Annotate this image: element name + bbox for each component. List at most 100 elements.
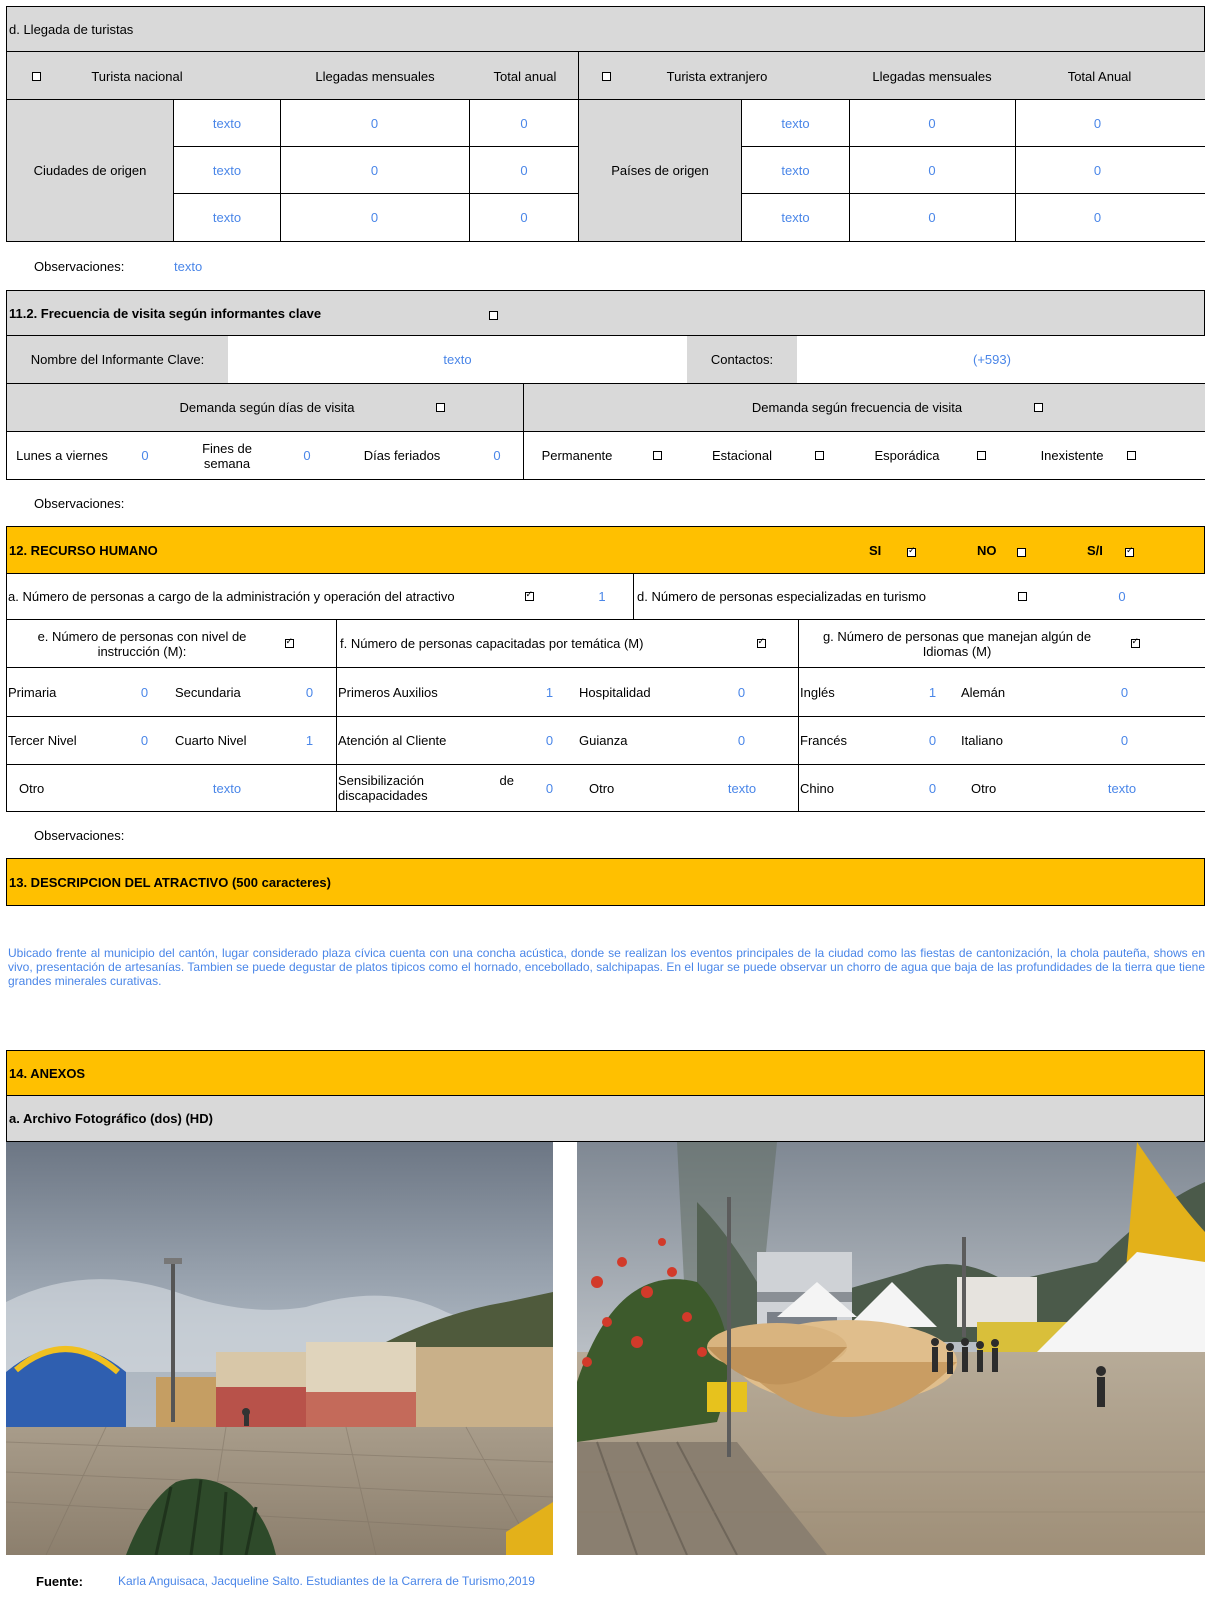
ciudad-3-total[interactable]: 0 — [469, 194, 579, 241]
observaciones-11-row: Observaciones: — [6, 480, 1205, 526]
pais-2-month[interactable]: 0 — [849, 147, 1015, 193]
a-label: a. Número de personas a cargo de la admi… — [8, 589, 455, 604]
informante-row: Nombre del Informante Clave: texto Conta… — [6, 336, 1205, 384]
secundaria-value[interactable]: 0 — [297, 668, 322, 716]
section-13-title: 13. DESCRIPCION DEL ATRACTIVO (500 carac… — [9, 875, 331, 890]
frances-label: Francés — [800, 733, 847, 748]
lunes-label: Lunes a viernes — [16, 448, 108, 463]
sensibilizacion-value[interactable]: 0 — [537, 765, 562, 811]
demanda-dias-label: Demanda según días de visita — [179, 400, 355, 415]
section-14-title: 14. ANEXOS — [9, 1066, 86, 1081]
demanda-dias-checkbox[interactable] — [425, 384, 455, 431]
ingles-label: Inglés — [800, 684, 835, 700]
a-value[interactable]: 1 — [587, 574, 617, 619]
sensibilizacion-text: Sensibilización de discapacidades — [338, 773, 514, 803]
nac-llegadas-header: Llegadas mensuales — [315, 68, 435, 84]
atencion-value[interactable]: 0 — [537, 717, 562, 764]
section-13-header: 13. DESCRIPCION DEL ATRACTIVO (500 carac… — [6, 858, 1205, 906]
tercer-label: Tercer Nivel — [8, 733, 77, 748]
photo-gap — [553, 1142, 577, 1555]
d-value[interactable]: 0 — [1107, 574, 1137, 619]
cuarto-value[interactable]: 1 — [297, 717, 322, 764]
tourist-header-row: Turista nacional Llegadas mensuales Tota… — [6, 52, 1205, 100]
si-no-info-checkbox[interactable] — [1125, 544, 1134, 559]
contactos-value[interactable]: (+593) — [797, 336, 1187, 383]
demanda-values-row: Lunes a viernes 0 Fines de semana 0 Días… — [6, 432, 1205, 480]
section-d-title: d. Llegada de turistas — [9, 22, 134, 37]
fines-value[interactable]: 0 — [287, 432, 327, 479]
photo-plaza-1-image — [6, 1142, 553, 1555]
permanente-label: Permanente — [541, 448, 613, 463]
otro-g-value[interactable]: texto — [1087, 765, 1157, 811]
esporadica-checkbox[interactable] — [971, 432, 991, 479]
frances-value[interactable]: 0 — [920, 717, 945, 764]
section-12-title: 12. RECURSO HUMANO — [9, 543, 158, 558]
italiano-value[interactable]: 0 — [1112, 717, 1137, 764]
section-12-a-row: a. Número de personas a cargo de la admi… — [6, 574, 1205, 620]
pais-1-text[interactable]: texto — [742, 100, 849, 146]
section-12-efg-grid: e. Número de personas con nivel de instr… — [6, 620, 1205, 812]
otro-f-label: Otro — [589, 780, 615, 796]
chino-label: Chino — [800, 780, 834, 796]
demanda-frecuencia-checkbox[interactable] — [1023, 384, 1053, 431]
observaciones-12-row: Observaciones: — [6, 812, 1205, 858]
informante-value[interactable]: texto — [228, 336, 687, 383]
hospitalidad-value[interactable]: 0 — [729, 668, 754, 716]
estacional-checkbox[interactable] — [809, 432, 829, 479]
f-checkbox[interactable] — [751, 620, 771, 667]
inexistente-checkbox[interactable] — [1121, 432, 1141, 479]
no-label: NO — [977, 543, 997, 558]
guianza-value[interactable]: 0 — [729, 717, 754, 764]
pais-3-text[interactable]: texto — [742, 194, 849, 241]
otro-e-value[interactable]: texto — [187, 765, 267, 811]
g-checkbox[interactable] — [1125, 620, 1145, 667]
ciudad-3-text[interactable]: texto — [174, 194, 280, 241]
pais-3-month[interactable]: 0 — [849, 194, 1015, 241]
aleman-value[interactable]: 0 — [1112, 668, 1137, 716]
permanente-checkbox[interactable] — [647, 432, 667, 479]
otro-f-value[interactable]: texto — [707, 765, 777, 811]
ingles-value[interactable]: 1 — [920, 668, 945, 716]
fuente-label: Fuente: — [36, 1574, 83, 1589]
atencion-label: Atención al Cliente — [338, 733, 447, 748]
nacional-checkbox[interactable] — [21, 52, 51, 100]
a-checkbox[interactable] — [519, 574, 539, 619]
ciudad-1-month[interactable]: 0 — [280, 100, 469, 146]
primeros-value[interactable]: 1 — [537, 668, 562, 716]
ciudad-2-total[interactable]: 0 — [469, 147, 579, 193]
hospitalidad-label: Hospitalidad — [579, 684, 651, 700]
chino-value[interactable]: 0 — [920, 765, 945, 811]
feriados-value[interactable]: 0 — [477, 432, 517, 479]
ciudad-1-text[interactable]: texto — [174, 100, 280, 146]
e-checkbox[interactable] — [279, 620, 299, 667]
pais-1-month[interactable]: 0 — [849, 100, 1015, 146]
ciudad-2-month[interactable]: 0 — [280, 147, 469, 193]
estacional-label: Estacional — [712, 448, 772, 463]
section-11-2-checkbox[interactable] — [489, 307, 498, 322]
d-checkbox[interactable] — [1012, 574, 1032, 619]
ciudad-3-month[interactable]: 0 — [280, 194, 469, 241]
cuarto-label: Cuarto Nivel — [175, 733, 247, 748]
demanda-frecuencia-label: Demanda según frecuencia de visita — [751, 400, 963, 415]
si-checkbox[interactable] — [907, 544, 916, 559]
inexistente-label: Inexistente — [1040, 448, 1104, 463]
pais-2-total[interactable]: 0 — [1015, 147, 1180, 193]
pais-1-total[interactable]: 0 — [1015, 100, 1180, 146]
photo-plaza-1 — [6, 1142, 553, 1555]
italiano-label: Italiano — [961, 733, 1003, 748]
ext-total-header: Total Anual — [1067, 68, 1132, 84]
extranjero-checkbox[interactable] — [591, 52, 621, 100]
observaciones-d-value[interactable]: texto — [174, 259, 202, 274]
ciudad-1-total[interactable]: 0 — [469, 100, 579, 146]
photo-plaza-2-image — [577, 1142, 1205, 1555]
lunes-value[interactable]: 0 — [125, 432, 165, 479]
no-checkbox[interactable] — [1017, 544, 1026, 559]
ciudades-label: Ciudades de origen — [7, 100, 174, 241]
pais-2-text[interactable]: texto — [742, 147, 849, 193]
ciudad-2-text[interactable]: texto — [174, 147, 280, 193]
observaciones-11-label: Observaciones: — [34, 496, 125, 511]
tercer-value[interactable]: 0 — [132, 717, 157, 764]
primaria-value[interactable]: 0 — [132, 668, 157, 716]
pais-3-total[interactable]: 0 — [1015, 194, 1180, 241]
sensibilizacion-label: Sensibilización de discapacidades — [334, 765, 514, 811]
